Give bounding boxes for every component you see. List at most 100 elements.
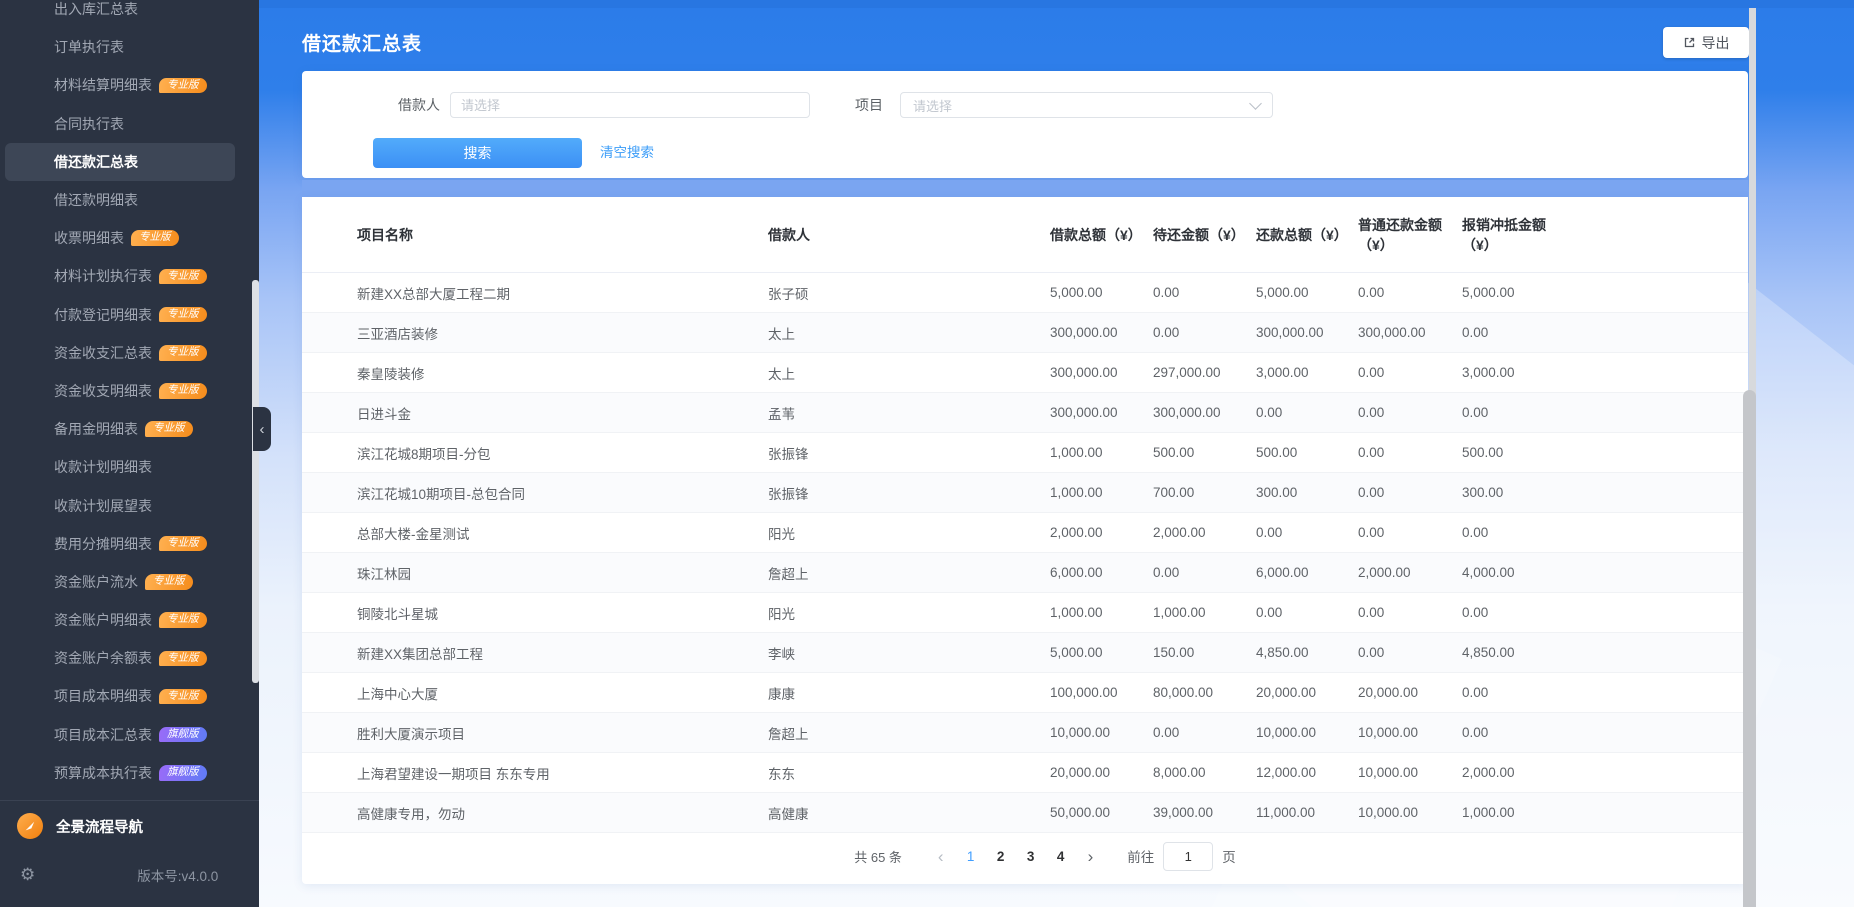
table-cell: 700.00 <box>1153 472 1256 513</box>
content-scrollbar-thumb[interactable] <box>1743 390 1756 907</box>
sidebar-item[interactable]: 出入库汇总表 <box>5 0 235 28</box>
sidebar-item[interactable]: 资金账户明细表 专业版 <box>5 601 235 639</box>
sidebar-item[interactable]: 资金收支汇总表 专业版 <box>5 334 235 372</box>
top-edge-strip <box>259 0 1854 8</box>
sidebar-collapse-toggle[interactable]: ‹ <box>253 407 271 451</box>
sidebar-item[interactable]: 收票明细表 专业版 <box>5 219 235 257</box>
sidebar-item[interactable]: 资金账户余额表 专业版 <box>5 639 235 677</box>
panorama-flow-nav[interactable]: 全景流程导航 <box>0 801 259 851</box>
sidebar-item[interactable]: 收款计划明细表 <box>5 448 235 486</box>
table-cell: 10,000.00 <box>1358 752 1462 793</box>
table-cell: 5,000.00 <box>1050 632 1153 673</box>
sidebar-item[interactable]: 项目成本明细表 专业版 <box>5 677 235 715</box>
table-cell: 滨江花城10期项目-总包合同 <box>302 472 768 513</box>
table-cell: 0.00 <box>1358 432 1462 473</box>
sidebar-item-label: 资金收支汇总表 <box>54 344 152 361</box>
prev-page-arrow[interactable]: ‹ <box>938 848 944 865</box>
table-cell: 11,000.00 <box>1256 792 1358 833</box>
sidebar-item[interactable]: 材料结算明细表 专业版 <box>5 66 235 104</box>
sidebar-item-label: 资金账户明细表 <box>54 612 152 629</box>
table-panel: 项目名称 借款人 借款总额（¥） 待还金额（¥） 还款总额（¥） 普通还款金额 （¥） 报销冲… <box>302 197 1748 884</box>
sidebar-item-label: 借还款汇总表 <box>54 153 138 170</box>
table-cell: 詹超上 <box>768 712 1050 753</box>
sidebar-item-label: 材料计划执行表 <box>54 268 152 285</box>
sidebar-item[interactable]: 合同执行表 <box>5 105 235 143</box>
sidebar-item[interactable]: 费用分摊明细表 专业版 <box>5 525 235 563</box>
table-cell: 0.00 <box>1358 272 1462 313</box>
project-select-placeholder: 请选择 <box>913 98 953 114</box>
table-cell: 孟苇 <box>768 392 1050 433</box>
page-numbers: 1234 <box>956 849 1076 864</box>
sidebar-item-label: 预算成本执行表 <box>54 764 152 781</box>
table-cell: 0.00 <box>1462 712 1748 753</box>
sidebar-scrollbar-thumb[interactable] <box>252 280 259 683</box>
column-header: 借款总额（¥） <box>1050 197 1153 273</box>
page-number[interactable]: 2 <box>986 849 1016 864</box>
table-cell: 50,000.00 <box>1050 792 1153 833</box>
sidebar-item[interactable]: 订单执行表 <box>5 28 235 66</box>
table-cell: 10,000.00 <box>1050 712 1153 753</box>
table-cell: 12,000.00 <box>1256 752 1358 793</box>
gear-icon[interactable]: ⚙ <box>20 865 35 885</box>
edition-badge: 专业版 <box>159 535 207 552</box>
page-number[interactable]: 3 <box>1016 849 1046 864</box>
clear-search-link[interactable]: 清空搜索 <box>600 138 654 168</box>
table-cell: 0.00 <box>1153 272 1256 313</box>
table-cell: 0.00 <box>1358 592 1462 633</box>
goto-page: 前往 页 <box>1127 841 1236 871</box>
page-title: 借还款汇总表 <box>302 34 423 55</box>
table-cell: 2,000.00 <box>1462 752 1748 793</box>
sidebar-item[interactable]: 资金账户流水 专业版 <box>5 563 235 601</box>
table-cell: 500.00 <box>1153 432 1256 473</box>
table-body: 新建XX总部大厦工程二期 张子硕 5,000.00 0.00 5,000.00 0.00 5… <box>302 272 1748 833</box>
project-select[interactable]: 请选择 <box>900 92 1273 118</box>
edition-badge: 专业版 <box>131 230 179 246</box>
page-number[interactable]: 4 <box>1046 849 1076 864</box>
project-label: 项目 <box>855 97 883 113</box>
table-cell: 4,850.00 <box>1256 632 1358 673</box>
table-cell: 0.00 <box>1153 312 1256 353</box>
version-text: 版本号:v4.0.0 <box>137 869 219 884</box>
search-button[interactable]: 搜索 <box>373 138 582 168</box>
export-button[interactable]: 导出 <box>1663 27 1749 58</box>
column-header: 待还金额（¥） <box>1153 197 1256 273</box>
table-cell: 0.00 <box>1153 712 1256 753</box>
sidebar-item[interactable]: 备用金明细表 专业版 <box>5 410 235 448</box>
table-row: 新建XX总部大厦工程二期 张子硕 5,000.00 0.00 5,000.00 0.00 5… <box>302 272 1748 313</box>
sidebar-item[interactable]: 借还款汇总表 <box>5 142 235 181</box>
borrower-label: 借款人 <box>398 97 440 113</box>
edition-badge: 专业版 <box>159 268 207 285</box>
sidebar-item[interactable]: 付款登记明细表 专业版 <box>5 296 235 334</box>
table-row: 上海君望建设一期项目 东东专用 东东 20,000.00 8,000.00 12,000… <box>302 752 1748 793</box>
table-cell: 1,000.00 <box>1462 792 1748 833</box>
next-page-arrow[interactable]: › <box>1088 848 1094 865</box>
table-cell: 2,000.00 <box>1050 512 1153 553</box>
sidebar-item[interactable]: 预算成本执行表 旗舰版 <box>5 754 235 792</box>
sidebar-item[interactable]: 材料计划执行表 专业版 <box>5 257 235 295</box>
borrower-input[interactable] <box>450 92 810 118</box>
sidebar-item[interactable]: 收款计划展望表 <box>5 486 235 524</box>
table-cell: 2,000.00 <box>1153 512 1256 553</box>
table-cell: 8,000.00 <box>1153 752 1256 793</box>
sidebar-item[interactable]: 项目成本汇总表 旗舰版 <box>5 716 235 754</box>
page-unit-label: 页 <box>1222 850 1236 865</box>
table-cell: 0.00 <box>1256 392 1358 433</box>
table-top-band <box>302 180 1748 197</box>
sidebar-item[interactable]: 借还款明细表 <box>5 181 235 219</box>
pagination: 共 65 条 ‹ 1234 › 前往 页 <box>302 840 1748 872</box>
page-number[interactable]: 1 <box>956 849 986 864</box>
table-cell: 0.00 <box>1462 512 1748 553</box>
table-cell: 6,000.00 <box>1256 552 1358 593</box>
table-cell: 李峡 <box>768 632 1050 673</box>
table-cell: 300,000.00 <box>1256 312 1358 353</box>
table-cell: 1,000.00 <box>1153 592 1256 633</box>
edition-badge: 专业版 <box>159 77 207 94</box>
table-cell: 秦皇陵装修 <box>302 352 768 393</box>
table-header: 项目名称 借款人 借款总额（¥） 待还金额（¥） 还款总额（¥） 普通还款金额 （¥） 报销冲… <box>302 197 1748 273</box>
goto-page-input[interactable] <box>1163 841 1214 871</box>
sidebar-item[interactable]: 资金收支明细表 专业版 <box>5 372 235 410</box>
sidebar-item-label: 费用分摊明细表 <box>54 535 152 552</box>
table-cell: 1,000.00 <box>1050 592 1153 633</box>
edition-badge: 专业版 <box>159 306 207 323</box>
table-cell: 300,000.00 <box>1050 312 1153 353</box>
